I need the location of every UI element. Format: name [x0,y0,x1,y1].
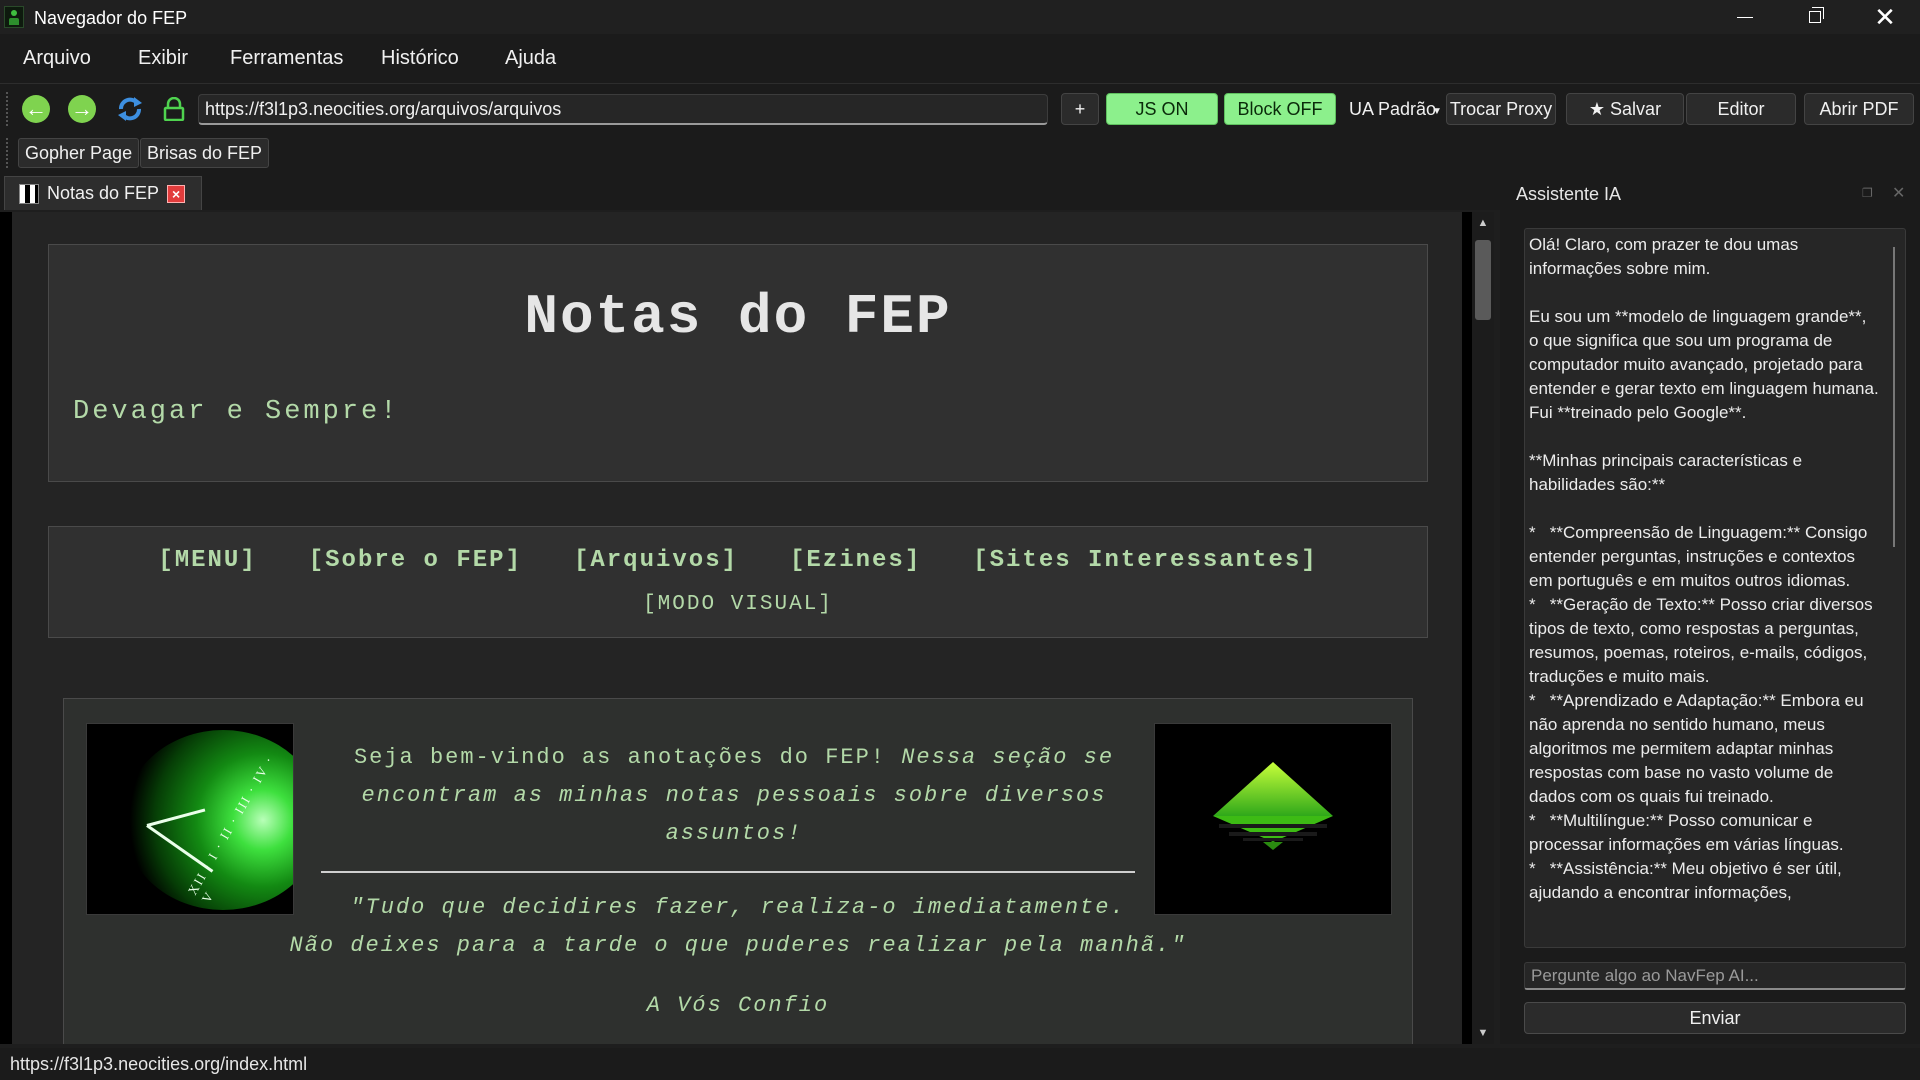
menu-exibir[interactable]: Exibir [138,47,188,70]
site-nav-links: [MENU] [Sobre o FEP] [Arquivos] [Ezines]… [49,547,1427,574]
nav-link-sobre[interactable]: [Sobre o FEP] [309,547,522,574]
menu-historico[interactable]: Histórico [381,47,459,70]
bookmark-brisas-do-fep[interactable]: Brisas do FEP [140,138,270,168]
tab-title: Notas do FEP [47,183,160,203]
assistant-panel: Assistente IA ❐ ✕ Olá! Claro, com prazer… [1500,174,1920,1044]
back-arrow-icon: ← [22,95,50,123]
restore-button[interactable] [1780,0,1850,34]
restore-icon [1809,7,1824,23]
nav-link-modo-visual[interactable]: [MODO VISUAL] [49,593,1427,616]
nav-link-arquivos[interactable]: [Arquivos] [574,547,738,574]
nav-link-menu[interactable]: [MENU] [158,547,256,574]
green-pyramid-logo [1154,723,1392,915]
intro-section: Seja bem-vindo as anotações do FEP! Ness… [63,698,1413,1044]
clock-face [123,730,293,910]
tab-close-icon[interactable]: × [167,184,186,203]
menu-ferramentas[interactable]: Ferramentas [230,47,343,70]
scrollbar-thumb[interactable] [1475,240,1491,320]
close-icon: ✕ [1874,2,1896,32]
send-button[interactable]: Enviar [1524,1002,1906,1034]
menu-arquivo[interactable]: Arquivo [23,47,91,70]
quote-line-2: Não deixes para a tarde o que puderes re… [289,933,1187,958]
tab-notas-do-fep[interactable]: Notas do FEP × [4,176,202,210]
back-button[interactable]: ← [20,93,52,125]
site-navigation: [MENU] [Sobre o FEP] [Arquivos] [Ezines]… [48,526,1428,638]
lock-indicator [158,93,190,125]
bookmarks-grip[interactable] [6,138,12,168]
menu-bar: Arquivo Exibir Ferramentas Histórico Aju… [0,34,1920,84]
app-icon [4,6,24,28]
editor-button[interactable]: Editor [1686,93,1796,125]
web-page: Notas do FEP Devagar e Sempre! [MENU] [S… [12,212,1462,1044]
status-url: https://f3l1p3.neocities.org/index.html [10,1054,308,1074]
nav-link-sites[interactable]: [Sites Interessantes] [973,547,1317,574]
green-clock-image [86,723,294,915]
chat-input[interactable] [1524,962,1906,990]
open-pdf-button[interactable]: Abrir PDF [1804,93,1914,125]
nav-link-ezines[interactable]: [Ezines] [790,547,921,574]
forward-arrow-icon: → [68,95,96,123]
block-toggle-button[interactable]: Block OFF [1224,93,1336,125]
toolbar-grip[interactable] [6,92,12,126]
close-panel-icon[interactable]: ✕ [1892,183,1905,203]
scroll-down-icon[interactable]: ▼ [1472,1024,1494,1042]
quote-author: A Vós Confio [646,993,830,1018]
intro-text: Seja bem-vindo as anotações do FEP! Ness… [314,739,1154,853]
bookmarks-bar: Gopher Page Brisas do FEP [0,134,1920,174]
chevron-down-icon: ▼ [1432,106,1442,117]
url-input[interactable] [198,94,1048,125]
site-title: Notas do FEP [524,285,952,349]
chat-log[interactable]: Olá! Claro, com prazer te dou umas infor… [1524,228,1906,948]
reload-icon [118,97,142,121]
tab-bar: Notas do FEP × [0,174,1500,210]
assistant-title: Assistente IA [1516,184,1622,204]
minimize-button[interactable] [1710,0,1780,34]
page-scrollbar[interactable]: ▲ ▼ [1472,212,1494,1044]
minimize-icon [1737,16,1753,18]
navigation-toolbar: ← → + JS ON Block OFF UA Padrão ▼ Trocar… [0,84,1920,134]
close-window-button[interactable]: ✕ [1850,0,1920,34]
status-bar: https://f3l1p3.neocities.org/index.html [0,1048,1920,1080]
scroll-up-icon[interactable]: ▲ [1472,214,1494,232]
lock-icon [163,97,185,121]
web-view: Notas do FEP Devagar e Sempre! [MENU] [S… [0,212,1494,1044]
undock-icon[interactable]: ❐ [1862,186,1873,200]
chat-scrollbar[interactable] [1893,247,1895,547]
window-title: Navegador do FEP [34,8,188,28]
menu-ajuda[interactable]: Ajuda [505,47,556,70]
page-favicon-icon [19,183,39,204]
forward-button[interactable]: → [66,93,98,125]
reload-button[interactable] [114,93,146,125]
assistant-message: Olá! Claro, com prazer te dou umas infor… [1529,235,1879,902]
proxy-button[interactable]: Trocar Proxy [1446,93,1556,125]
user-agent-select[interactable]: UA Padrão [1349,99,1436,120]
bookmark-gopher-page[interactable]: Gopher Page [18,138,140,168]
js-toggle-button[interactable]: JS ON [1106,93,1218,125]
intro-plain-text: Seja bem-vindo as anotações do FEP! [353,745,887,770]
new-tab-button[interactable]: + [1061,93,1099,125]
site-tagline: Devagar e Sempre! [73,397,400,427]
title-bar: Navegador do FEP ✕ [0,0,1920,34]
divider [321,871,1135,873]
site-header: Notas do FEP Devagar e Sempre! [48,244,1428,482]
save-button[interactable]: ★ Salvar [1566,93,1684,125]
pyramid-reflection-icon [1213,762,1333,850]
